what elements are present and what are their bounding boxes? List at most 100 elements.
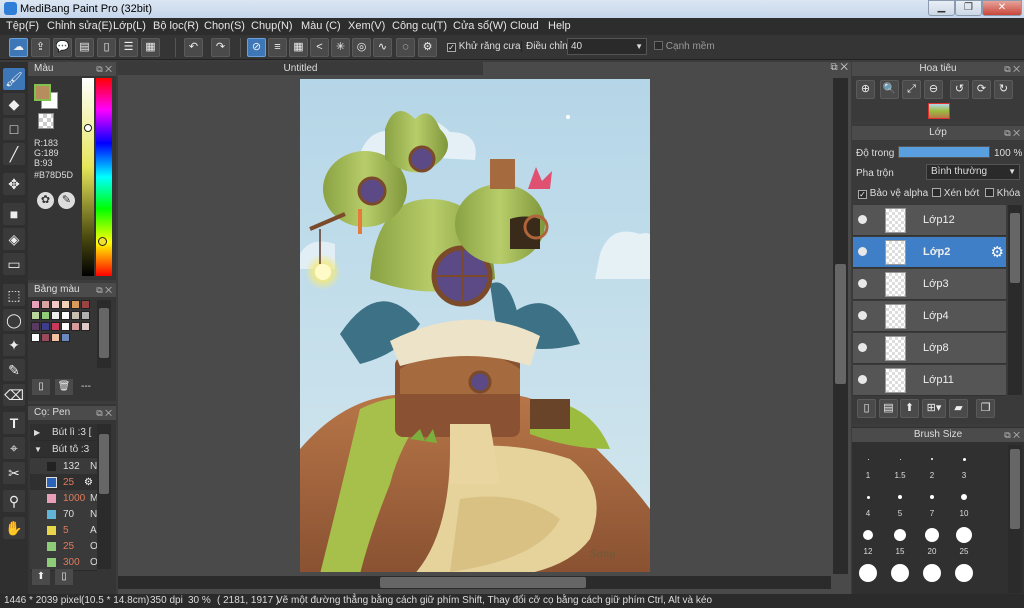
line-tool-icon[interactable]: ╱ — [3, 143, 25, 165]
menu-tools[interactable]: Công cụ(T) — [392, 20, 447, 32]
brush-row[interactable]: 132 N — [30, 458, 97, 475]
rect-select-icon[interactable]: ⬚ — [3, 284, 25, 306]
menu-layer[interactable]: Lớp(L) — [113, 20, 146, 32]
palette-more[interactable]: --- — [81, 381, 91, 392]
eye-icon[interactable] — [858, 215, 867, 224]
minimize-button[interactable]: ▁ — [928, 0, 955, 16]
redo-icon[interactable]: ↷ — [211, 38, 230, 57]
zoom-out-icon[interactable]: ⊖ — [924, 80, 943, 99]
layer-row[interactable]: Lớp8 — [853, 333, 1006, 364]
palette-scrollbar[interactable] — [97, 300, 111, 368]
no-snap-icon[interactable]: ⊘ — [247, 38, 266, 57]
clip-checkbox[interactable] — [932, 188, 941, 197]
rotate-left-icon[interactable]: ↺ — [950, 80, 969, 99]
palette-swatch[interactable] — [61, 311, 70, 320]
palette-swatch[interactable] — [61, 333, 70, 342]
palette-swatch[interactable] — [61, 322, 70, 331]
radial-snap-icon[interactable]: ✳ — [331, 38, 350, 57]
palette-swatch[interactable] — [61, 300, 70, 309]
opacity-slider[interactable] — [898, 146, 990, 158]
menu-color[interactable]: Màu (C) — [301, 20, 341, 32]
new-palette-icon[interactable]: ▯ — [32, 379, 50, 395]
palette-swatch[interactable] — [31, 300, 40, 309]
dot-tool-icon[interactable]: □ — [3, 118, 25, 140]
lock-toggle[interactable]: Khóa — [985, 188, 1020, 199]
layer-row[interactable]: Lớp4 — [853, 301, 1006, 332]
fill-shape-icon[interactable]: ■ — [3, 203, 25, 225]
magic-wand-icon[interactable]: ✦ — [3, 334, 25, 356]
brightness-bar[interactable] — [82, 78, 94, 276]
new-halftone-layer-icon[interactable]: ▤ — [879, 399, 898, 418]
layer-row[interactable]: Lớp3 — [853, 269, 1006, 300]
copy-layer-icon[interactable]: ⬆ — [900, 399, 919, 418]
duplicate-layer-icon[interactable]: ❐ — [976, 399, 995, 418]
operation-tool-icon[interactable]: ⌖ — [3, 437, 25, 459]
eye-icon[interactable] — [858, 247, 867, 256]
color-picker-icon[interactable]: ✎ — [58, 192, 75, 209]
settings-icon[interactable]: ⚙ — [418, 38, 437, 57]
gradient-tool-icon[interactable]: ▭ — [3, 253, 25, 275]
hue-bar[interactable] — [96, 78, 112, 276]
brush-row[interactable]: 25 O — [30, 538, 98, 555]
tab-close-icon[interactable]: ⧉ ✕ — [818, 62, 851, 75]
palette-swatch[interactable] — [71, 300, 80, 309]
layer-row[interactable]: Lớp12 — [853, 205, 1006, 236]
lock-checkbox[interactable] — [985, 188, 994, 197]
smooth-edge-checkbox[interactable] — [654, 41, 663, 50]
brush-size-scrollbar[interactable] — [1008, 445, 1022, 593]
menu-edit[interactable]: Chỉnh sửa(E) — [47, 20, 112, 32]
menu-filter[interactable]: Bộ lọc(R) — [153, 20, 199, 32]
brush-size-cell[interactable]: 4 — [852, 485, 884, 523]
palette-swatch[interactable] — [31, 322, 40, 331]
maximize-button[interactable]: ❐ — [955, 0, 982, 16]
divide-tool-icon[interactable]: ✂ — [3, 462, 25, 484]
fit-screen-icon[interactable]: ⤢ — [902, 80, 921, 99]
palette-swatch[interactable] — [71, 322, 80, 331]
palette-swatch[interactable] — [81, 300, 90, 309]
bucket-tool-icon[interactable]: ◈ — [3, 228, 25, 250]
brush-page-icon[interactable]: ▯ — [55, 569, 73, 585]
canvas-horizontal-scrollbar[interactable] — [118, 576, 831, 589]
speech-icon[interactable]: ▤ — [75, 38, 94, 57]
brush-size-cell[interactable]: 3 — [948, 447, 980, 485]
menu-window[interactable]: Cửa sổ(W) — [453, 20, 507, 32]
panel-float-icon[interactable]: ⧉ ✕ — [96, 283, 112, 297]
perspective-snap-icon[interactable]: < — [310, 38, 329, 57]
layer-row[interactable]: Lớp2 ⚙ — [853, 237, 1006, 268]
eye-icon[interactable] — [858, 279, 867, 288]
antialias-toggle[interactable]: ✓ Khử răng cưa — [447, 41, 521, 52]
brush-size-cell[interactable]: 25 — [948, 523, 980, 561]
menu-file[interactable]: Tệp(F) — [6, 20, 39, 32]
circle-snap-icon[interactable]: ◎ — [352, 38, 371, 57]
panel-float-icon[interactable]: ⧉ ✕ — [1004, 428, 1020, 442]
close-button[interactable]: ✕ — [982, 0, 1022, 16]
brush-size-cell[interactable]: 2 — [916, 447, 948, 485]
palette-swatch[interactable] — [81, 311, 90, 320]
curve-snap-icon[interactable]: ∿ — [373, 38, 392, 57]
eye-icon[interactable] — [858, 343, 867, 352]
eraser-tool-icon[interactable]: ◆ — [3, 93, 25, 115]
blend-mode-select[interactable]: Bình thường ▼ — [926, 164, 1020, 180]
antialias-checkbox[interactable]: ✓ — [447, 43, 456, 52]
menu-view[interactable]: Xem(V) — [348, 20, 385, 32]
new-layer-icon[interactable]: ▯ — [857, 399, 876, 418]
adjust-select[interactable]: 40 ▼ — [567, 38, 647, 55]
canvas-vertical-scrollbar[interactable] — [833, 78, 848, 574]
zoom-fit-icon[interactable]: ⊕ — [856, 80, 875, 99]
panel-float-icon[interactable]: ⧉ ✕ — [96, 406, 112, 420]
select-eraser-icon[interactable]: ⌫ — [3, 384, 25, 406]
page-icon[interactable]: ▯ — [97, 38, 116, 57]
brush-tool-icon[interactable]: 🖌 — [3, 68, 25, 90]
protect-alpha-toggle[interactable]: ✓ Bảo vệ alpha — [858, 188, 928, 199]
navigator-thumbnail[interactable] — [928, 103, 950, 119]
transparent-color-swatch[interactable] — [38, 113, 54, 129]
panel-float-icon[interactable]: ⧉ ✕ — [1004, 62, 1020, 76]
zoom-in-icon[interactable]: 🔍 — [880, 80, 899, 99]
palette-swatch[interactable] — [51, 322, 60, 331]
color-wheel-icon[interactable]: ✿ — [37, 192, 54, 209]
layer-row[interactable]: Lớp11 — [853, 365, 1006, 396]
pen-scrollbar[interactable] — [97, 424, 111, 569]
hue-handle[interactable] — [98, 237, 107, 246]
brush-size-cell[interactable]: 12 — [852, 523, 884, 561]
palette-swatch[interactable] — [51, 311, 60, 320]
